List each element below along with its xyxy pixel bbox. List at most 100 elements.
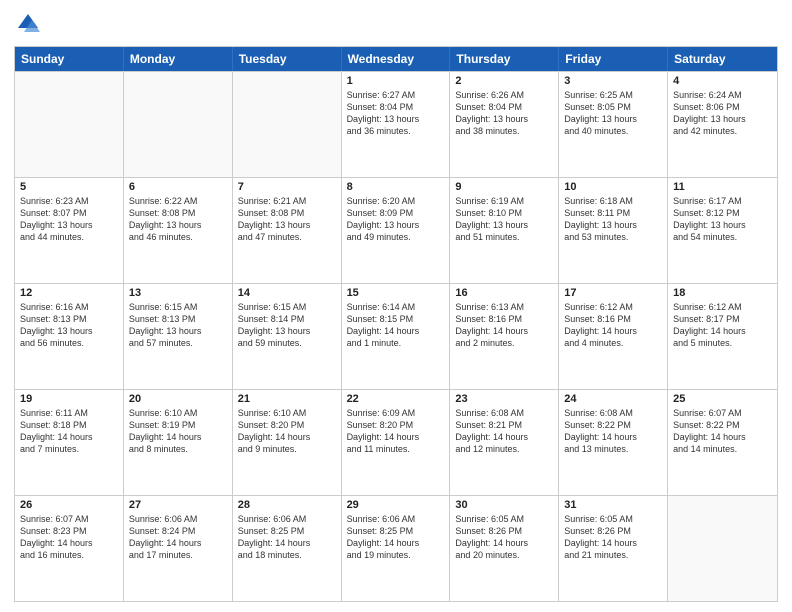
header-day-sunday: Sunday — [15, 47, 124, 71]
day-number: 11 — [673, 181, 772, 193]
day-cell-6: 6 Sunrise: 6:22 AM Sunset: 8:08 PM Daylig… — [124, 178, 233, 283]
day-cell-1: 1 Sunrise: 6:27 AM Sunset: 8:04 PM Daylig… — [342, 72, 451, 177]
calendar-row-4: 26 Sunrise: 6:07 AM Sunset: 8:23 PM Dayli… — [15, 495, 777, 601]
day-cell-11: 11 Sunrise: 6:17 AM Sunset: 8:12 PM Dayli… — [668, 178, 777, 283]
day-cell-17: 17 Sunrise: 6:12 AM Sunset: 8:16 PM Dayli… — [559, 284, 668, 389]
day-number: 7 — [238, 181, 336, 193]
day-cell-10: 10 Sunrise: 6:18 AM Sunset: 8:11 PM Dayli… — [559, 178, 668, 283]
day-info: Sunrise: 6:05 AM Sunset: 8:26 PM Dayligh… — [455, 513, 553, 562]
day-number: 4 — [673, 75, 772, 87]
empty-cell — [668, 496, 777, 601]
day-cell-28: 28Sunrise: 6:06 AM Sunset: 8:25 PM Dayli… — [233, 496, 342, 601]
day-number: 17 — [564, 287, 662, 299]
day-info: Sunrise: 6:17 AM Sunset: 8:12 PM Dayligh… — [673, 195, 772, 244]
day-cell-16: 16 Sunrise: 6:13 AM Sunset: 8:16 PM Dayli… — [450, 284, 559, 389]
day-info: Sunrise: 6:10 AM Sunset: 8:20 PM Dayligh… — [238, 407, 336, 456]
day-info: Sunrise: 6:07 AM Sunset: 8:23 PM Dayligh… — [20, 513, 118, 562]
header-day-monday: Monday — [124, 47, 233, 71]
calendar: SundayMondayTuesdayWednesdayThursdayFrid… — [14, 46, 778, 602]
day-cell-14: 14 Sunrise: 6:15 AM Sunset: 8:14 PM Dayli… — [233, 284, 342, 389]
day-number: 25 — [673, 393, 772, 405]
day-cell-30: 30Sunrise: 6:05 AM Sunset: 8:26 PM Dayli… — [450, 496, 559, 601]
day-cell-2: 2 Sunrise: 6:26 AM Sunset: 8:04 PM Daylig… — [450, 72, 559, 177]
day-number: 23 — [455, 393, 553, 405]
day-number: 6 — [129, 181, 227, 193]
day-cell-23: 23 Sunrise: 6:08 AM Sunset: 8:21 PM Dayli… — [450, 390, 559, 495]
logo-icon — [14, 10, 42, 38]
day-cell-13: 13 Sunrise: 6:15 AM Sunset: 8:13 PM Dayli… — [124, 284, 233, 389]
day-number: 1 — [347, 75, 445, 87]
day-info: Sunrise: 6:22 AM Sunset: 8:08 PM Dayligh… — [129, 195, 227, 244]
day-number: 19 — [20, 393, 118, 405]
day-cell-27: 27 Sunrise: 6:06 AM Sunset: 8:24 PM Dayli… — [124, 496, 233, 601]
day-info: Sunrise: 6:15 AM Sunset: 8:14 PM Dayligh… — [238, 301, 336, 350]
day-number: 26 — [20, 499, 118, 511]
day-info: Sunrise: 6:25 AM Sunset: 8:05 PM Dayligh… — [564, 89, 662, 138]
day-number: 2 — [455, 75, 553, 87]
day-number: 13 — [129, 287, 227, 299]
day-info: Sunrise: 6:24 AM Sunset: 8:06 PM Dayligh… — [673, 89, 772, 138]
calendar-row-2: 12 Sunrise: 6:16 AM Sunset: 8:13 PM Dayli… — [15, 283, 777, 389]
day-cell-3: 3Sunrise: 6:25 AM Sunset: 8:05 PM Daylig… — [559, 72, 668, 177]
day-info: Sunrise: 6:26 AM Sunset: 8:04 PM Dayligh… — [455, 89, 553, 138]
day-cell-19: 19 Sunrise: 6:11 AM Sunset: 8:18 PM Dayli… — [15, 390, 124, 495]
day-number: 27 — [129, 499, 227, 511]
day-info: Sunrise: 6:27 AM Sunset: 8:04 PM Dayligh… — [347, 89, 445, 138]
day-number: 31 — [564, 499, 662, 511]
day-info: Sunrise: 6:10 AM Sunset: 8:19 PM Dayligh… — [129, 407, 227, 456]
day-info: Sunrise: 6:14 AM Sunset: 8:15 PM Dayligh… — [347, 301, 445, 350]
day-cell-25: 25Sunrise: 6:07 AM Sunset: 8:22 PM Dayli… — [668, 390, 777, 495]
day-cell-31: 31Sunrise: 6:05 AM Sunset: 8:26 PM Dayli… — [559, 496, 668, 601]
day-info: Sunrise: 6:09 AM Sunset: 8:20 PM Dayligh… — [347, 407, 445, 456]
calendar-row-1: 5Sunrise: 6:23 AM Sunset: 8:07 PM Daylig… — [15, 177, 777, 283]
day-info: Sunrise: 6:18 AM Sunset: 8:11 PM Dayligh… — [564, 195, 662, 244]
day-number: 8 — [347, 181, 445, 193]
day-info: Sunrise: 6:06 AM Sunset: 8:25 PM Dayligh… — [238, 513, 336, 562]
day-number: 20 — [129, 393, 227, 405]
day-cell-12: 12 Sunrise: 6:16 AM Sunset: 8:13 PM Dayli… — [15, 284, 124, 389]
day-number: 21 — [238, 393, 336, 405]
empty-cell — [233, 72, 342, 177]
day-info: Sunrise: 6:20 AM Sunset: 8:09 PM Dayligh… — [347, 195, 445, 244]
day-info: Sunrise: 6:12 AM Sunset: 8:16 PM Dayligh… — [564, 301, 662, 350]
day-number: 29 — [347, 499, 445, 511]
day-number: 22 — [347, 393, 445, 405]
day-cell-9: 9 Sunrise: 6:19 AM Sunset: 8:10 PM Daylig… — [450, 178, 559, 283]
empty-cell — [15, 72, 124, 177]
day-cell-21: 21 Sunrise: 6:10 AM Sunset: 8:20 PM Dayli… — [233, 390, 342, 495]
day-cell-8: 8 Sunrise: 6:20 AM Sunset: 8:09 PM Daylig… — [342, 178, 451, 283]
empty-cell — [124, 72, 233, 177]
header-day-friday: Friday — [559, 47, 668, 71]
header-day-wednesday: Wednesday — [342, 47, 451, 71]
day-info: Sunrise: 6:19 AM Sunset: 8:10 PM Dayligh… — [455, 195, 553, 244]
day-cell-24: 24Sunrise: 6:08 AM Sunset: 8:22 PM Dayli… — [559, 390, 668, 495]
day-number: 16 — [455, 287, 553, 299]
day-number: 12 — [20, 287, 118, 299]
day-number: 9 — [455, 181, 553, 193]
calendar-body: 1 Sunrise: 6:27 AM Sunset: 8:04 PM Daylig… — [15, 71, 777, 601]
day-number: 15 — [347, 287, 445, 299]
calendar-row-0: 1 Sunrise: 6:27 AM Sunset: 8:04 PM Daylig… — [15, 71, 777, 177]
day-info: Sunrise: 6:23 AM Sunset: 8:07 PM Dayligh… — [20, 195, 118, 244]
day-info: Sunrise: 6:15 AM Sunset: 8:13 PM Dayligh… — [129, 301, 227, 350]
day-cell-20: 20 Sunrise: 6:10 AM Sunset: 8:19 PM Dayli… — [124, 390, 233, 495]
day-info: Sunrise: 6:12 AM Sunset: 8:17 PM Dayligh… — [673, 301, 772, 350]
calendar-header: SundayMondayTuesdayWednesdayThursdayFrid… — [15, 47, 777, 71]
calendar-row-3: 19 Sunrise: 6:11 AM Sunset: 8:18 PM Dayli… — [15, 389, 777, 495]
day-info: Sunrise: 6:13 AM Sunset: 8:16 PM Dayligh… — [455, 301, 553, 350]
header — [14, 10, 778, 38]
day-info: Sunrise: 6:11 AM Sunset: 8:18 PM Dayligh… — [20, 407, 118, 456]
day-cell-22: 22 Sunrise: 6:09 AM Sunset: 8:20 PM Dayli… — [342, 390, 451, 495]
day-cell-26: 26 Sunrise: 6:07 AM Sunset: 8:23 PM Dayli… — [15, 496, 124, 601]
day-number: 18 — [673, 287, 772, 299]
header-day-tuesday: Tuesday — [233, 47, 342, 71]
day-cell-15: 15 Sunrise: 6:14 AM Sunset: 8:15 PM Dayli… — [342, 284, 451, 389]
day-cell-5: 5Sunrise: 6:23 AM Sunset: 8:07 PM Daylig… — [15, 178, 124, 283]
day-number: 14 — [238, 287, 336, 299]
day-info: Sunrise: 6:16 AM Sunset: 8:13 PM Dayligh… — [20, 301, 118, 350]
day-number: 10 — [564, 181, 662, 193]
day-info: Sunrise: 6:08 AM Sunset: 8:22 PM Dayligh… — [564, 407, 662, 456]
header-day-saturday: Saturday — [668, 47, 777, 71]
day-info: Sunrise: 6:08 AM Sunset: 8:21 PM Dayligh… — [455, 407, 553, 456]
day-info: Sunrise: 6:06 AM Sunset: 8:24 PM Dayligh… — [129, 513, 227, 562]
